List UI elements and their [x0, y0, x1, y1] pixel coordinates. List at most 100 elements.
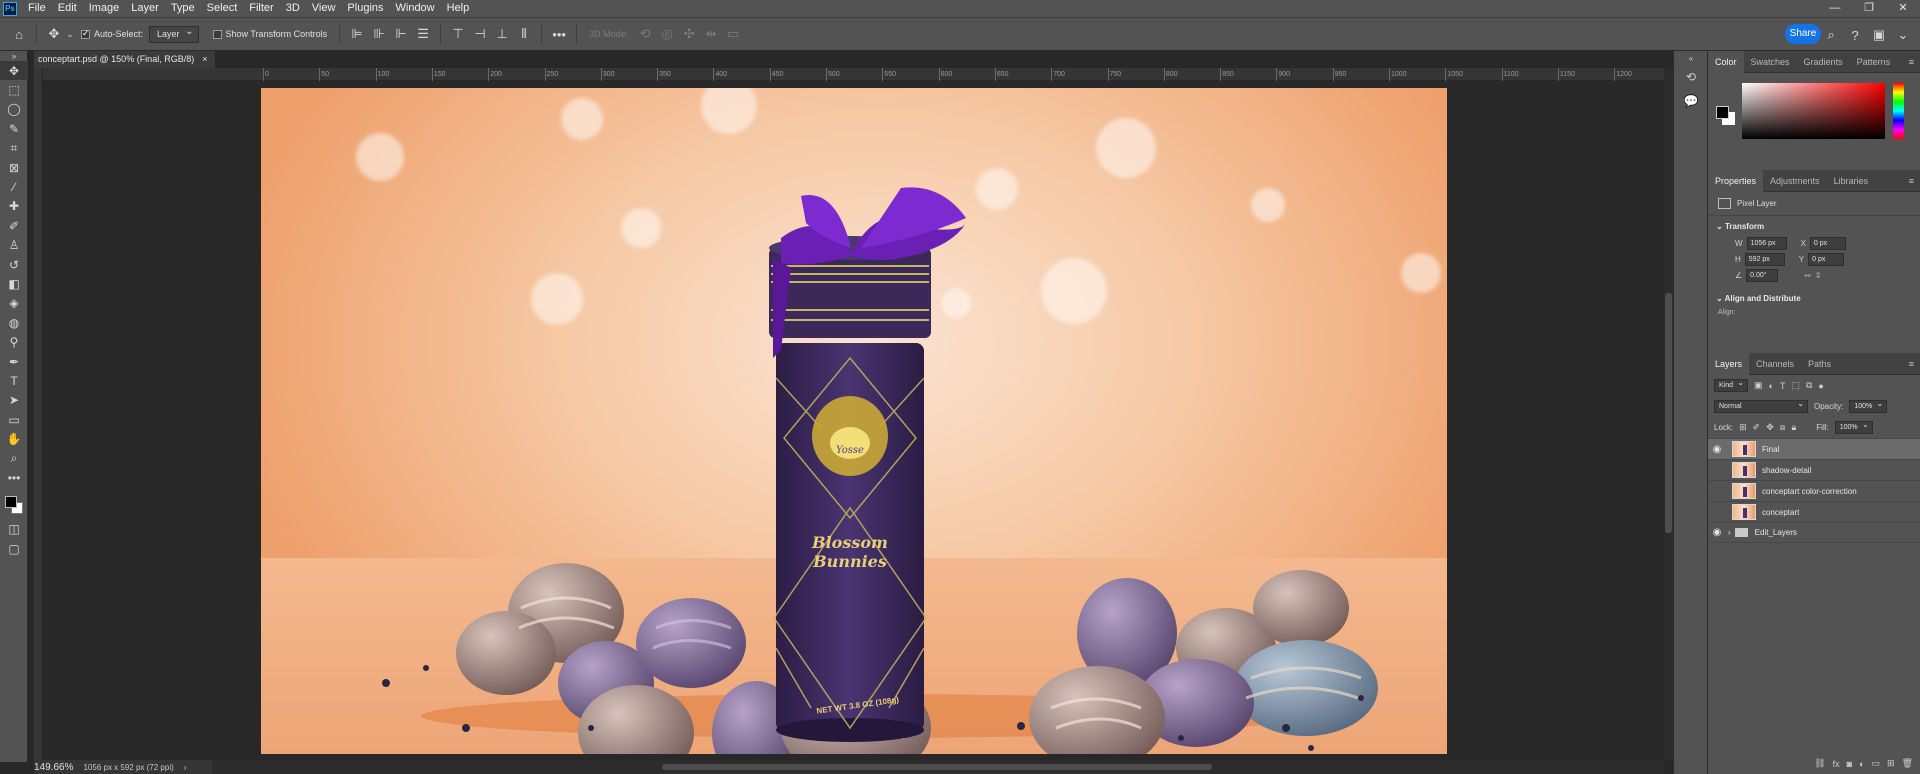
x-field[interactable]: 0 px	[1809, 237, 1846, 250]
zoom-level[interactable]: 149.66%	[34, 762, 73, 773]
tab-gradients[interactable]: Gradients	[1797, 51, 1850, 73]
tab-adjustments[interactable]: Adjustments	[1763, 170, 1827, 192]
tab-swatches[interactable]: Swatches	[1744, 51, 1797, 73]
workspace-icon[interactable]: ▣	[1870, 24, 1888, 46]
blur-tool-icon[interactable]: ◍	[0, 313, 28, 332]
lock-all-icon[interactable]: 🔒︎	[1792, 422, 1797, 433]
brush-tool-icon[interactable]: ✐	[0, 216, 28, 235]
eye-icon[interactable]: ◉	[1708, 444, 1726, 455]
type-tool-icon[interactable]: T	[0, 371, 28, 390]
align-left-edges-icon[interactable]: ⊫	[346, 23, 368, 45]
type-filter-icon[interactable]: T	[1780, 381, 1786, 391]
add-mask-icon[interactable]: ◙	[1847, 759, 1852, 769]
tab-layers[interactable]: Layers	[1708, 352, 1750, 375]
layer-row-shadow-detail[interactable]: shadow-detail	[1708, 459, 1920, 480]
pen-tool-icon[interactable]: ✒	[0, 352, 28, 371]
tab-color[interactable]: Color	[1708, 50, 1744, 73]
eyedropper-tool-icon[interactable]: ⁄	[0, 177, 28, 196]
roll-3d-icon[interactable]: ◎	[656, 23, 678, 45]
lasso-tool-icon[interactable]: ◯	[0, 100, 28, 119]
rectangular-marquee-tool-icon[interactable]: ⬚	[0, 80, 28, 99]
flip-horizontal-icon[interactable]: ⇿	[1804, 271, 1811, 280]
screen-mode-icon[interactable]: ▢	[0, 539, 28, 558]
delete-layer-icon[interactable]: 🗑︎	[1902, 758, 1913, 769]
y-field[interactable]: 0 px	[1808, 253, 1845, 266]
angle-field[interactable]: 0.00°	[1746, 269, 1779, 282]
auto-select-target-dropdown[interactable]: Layer	[149, 24, 199, 43]
panel-menu-icon[interactable]: ≡	[1909, 51, 1914, 73]
restore-button[interactable]: ❐	[1852, 0, 1886, 17]
collapse-dock-icon[interactable]: «	[1674, 51, 1708, 65]
menu-help[interactable]: Help	[441, 0, 476, 17]
lock-position-icon[interactable]: ✥	[1766, 422, 1774, 433]
menu-layer[interactable]: Layer	[125, 0, 165, 17]
scrollbar-thumb[interactable]	[662, 764, 1212, 770]
comments-panel-icon[interactable]: 💬	[1674, 89, 1708, 113]
path-selection-tool-icon[interactable]: ➤	[0, 391, 28, 410]
transform-section-title[interactable]: ⌄ Transform	[1708, 216, 1920, 234]
menu-filter[interactable]: Filter	[243, 0, 279, 17]
artwork-image[interactable]: Blossom Bunnies Yosse NET WT 3.8 OZ (108…	[261, 88, 1447, 754]
color-picker-field[interactable]	[1742, 83, 1885, 139]
close-window-button[interactable]: ✕	[1886, 0, 1920, 17]
menu-window[interactable]: Window	[390, 0, 441, 17]
chevron-down-icon[interactable]: ⌄	[1894, 24, 1912, 46]
new-layer-icon[interactable]: ⊞	[1887, 758, 1895, 769]
layer-row-final[interactable]: ◉ Final	[1708, 438, 1920, 459]
eye-icon[interactable]: ◉	[1708, 527, 1726, 538]
tab-patterns[interactable]: Patterns	[1850, 51, 1898, 73]
pan-3d-icon[interactable]: ✣	[678, 23, 700, 45]
crop-tool-icon[interactable]: ⌗	[0, 139, 28, 158]
adjustment-filter-icon[interactable]: ◐	[1769, 381, 1774, 391]
history-brush-icon[interactable]: ↺	[0, 255, 28, 274]
menu-type[interactable]: Type	[165, 0, 201, 17]
collapse-toolbar-icon[interactable]: »	[0, 51, 28, 61]
close-tab-icon[interactable]: ×	[202, 51, 207, 68]
panel-menu-icon[interactable]: ≡	[1909, 170, 1914, 192]
quick-mask-icon[interactable]: ◫	[0, 520, 28, 539]
align-vertical-centers-icon[interactable]: ⊣	[469, 23, 491, 45]
more-options-icon[interactable]: •••	[548, 23, 570, 45]
flip-vertical-icon[interactable]: ⇳	[1815, 271, 1822, 280]
horizontal-scrollbar[interactable]	[212, 760, 1664, 774]
filter-kind-dropdown[interactable]: Kind	[1714, 377, 1749, 392]
object-selection-tool-icon[interactable]: ✎	[0, 119, 28, 138]
smart-object-filter-icon[interactable]: ⧉	[1806, 380, 1812, 391]
scrollbar-thumb[interactable]	[1665, 293, 1672, 533]
panel-menu-icon[interactable]: ≡	[1909, 353, 1914, 375]
status-menu-arrow[interactable]: ›	[184, 763, 187, 772]
paint-bucket-tool-icon[interactable]: ◈	[0, 294, 28, 313]
foreground-color-swatch[interactable]	[5, 495, 17, 508]
align-right-edges-icon[interactable]: ⊩	[390, 23, 412, 45]
adjustment-layer-icon[interactable]: ◐	[1859, 759, 1864, 769]
tab-libraries[interactable]: Libraries	[1827, 170, 1876, 192]
layer-row-color-correction[interactable]: conceptart color-correction	[1708, 480, 1920, 501]
photoshop-logo-icon[interactable]: Ps	[3, 1, 17, 16]
layer-row-conceptart[interactable]: conceptart	[1708, 501, 1920, 522]
minimize-button[interactable]: —	[1818, 0, 1852, 17]
layer-group-edit-layers[interactable]: ◉ › Edit_Layers	[1708, 522, 1920, 543]
history-panel-icon[interactable]: ⟲	[1674, 65, 1708, 89]
hand-tool-icon[interactable]: ✋	[0, 429, 28, 448]
height-field[interactable]: 592 px	[1744, 253, 1785, 266]
clone-stamp-tool-icon[interactable]: ♙	[0, 236, 28, 255]
align-bottom-edges-icon[interactable]: ⊥	[491, 23, 513, 45]
search-icon[interactable]: ⌕	[1822, 24, 1840, 46]
document-tab[interactable]: conceptart.psd @ 150% (Final, RGB/8) ×	[34, 51, 216, 68]
tab-paths[interactable]: Paths	[1801, 353, 1838, 375]
rectangle-tool-icon[interactable]: ▭	[0, 410, 28, 429]
new-group-icon[interactable]: ▭	[1872, 758, 1881, 769]
menu-edit[interactable]: Edit	[52, 0, 83, 17]
show-transform-checkbox[interactable]: Show Transform Controls	[212, 29, 327, 39]
link-layers-icon[interactable]: ⛓	[1814, 758, 1825, 769]
edit-toolbar-icon[interactable]: •••	[0, 468, 28, 487]
zoom-tool-icon[interactable]: ⌕	[0, 449, 28, 468]
lock-image-icon[interactable]: ✐	[1753, 422, 1761, 433]
menu-plugins[interactable]: Plugins	[341, 0, 389, 17]
eraser-tool-icon[interactable]: ◧	[0, 274, 28, 293]
foreground-color-swatch[interactable]	[1716, 106, 1729, 119]
layer-style-icon[interactable]: fx	[1833, 759, 1840, 769]
move-tool-icon[interactable]: ✥	[0, 61, 28, 81]
help-icon[interactable]: ?	[1846, 24, 1864, 46]
spot-healing-brush-icon[interactable]: ✚	[0, 197, 28, 216]
